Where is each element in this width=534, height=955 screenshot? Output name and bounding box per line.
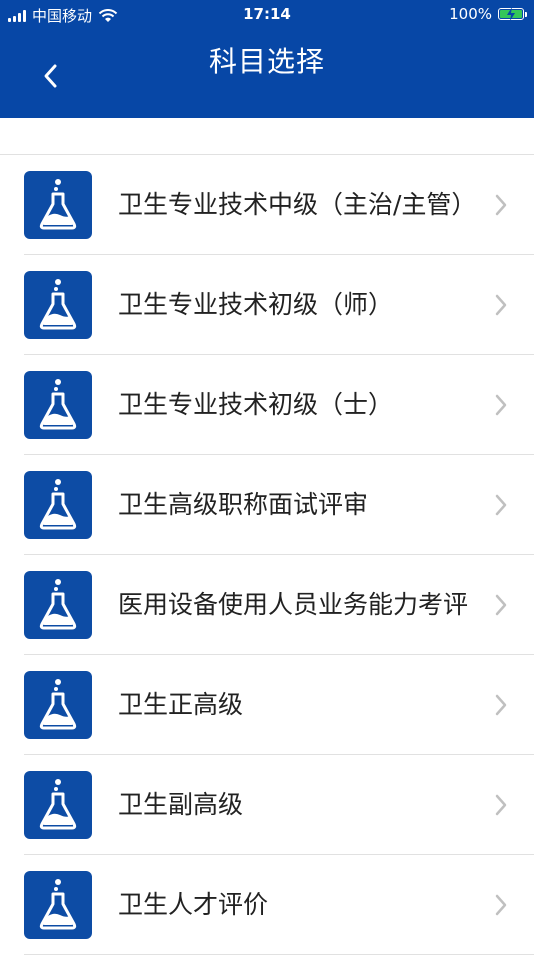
subject-label: 卫生专业技术初级（士） (118, 390, 394, 419)
subject-label: 卫生专业技术初级（师） (118, 290, 394, 319)
subject-label: 卫生副高级 (118, 790, 244, 819)
subject-item-1[interactable]: 卫生专业技术中级（主治/主管） (24, 155, 534, 255)
subject-item-4[interactable]: 卫生高级职称面试评审 (24, 455, 534, 555)
flask-icon (24, 671, 92, 739)
status-bar: 中国移动 17:14 100% (0, 0, 534, 28)
subject-item-3[interactable]: 卫生专业技术初级（士） (24, 355, 534, 455)
subject-label: 医用设备使用人员业务能力考评 (118, 590, 469, 619)
chevron-right-icon (495, 694, 507, 716)
flask-icon (24, 771, 92, 839)
flask-icon (24, 371, 92, 439)
subject-label: 卫生人才评价 (118, 890, 269, 919)
flask-icon (24, 571, 92, 639)
subject-label: 卫生正高级 (118, 690, 244, 719)
page-title: 科目选择 (208, 45, 325, 78)
chevron-right-icon (495, 794, 507, 816)
chevron-right-icon (495, 494, 507, 516)
battery-icon (498, 7, 527, 21)
nav-header: 中国移动 17:14 100% 科目选择 (0, 0, 534, 118)
chevron-right-icon (495, 594, 507, 616)
status-right: 100% (449, 5, 527, 23)
flask-icon (24, 171, 92, 239)
subject-list: 卫生专业技术中级（主治/主管） 卫生专业技术初级（师） 卫生专业技术初级（士） … (0, 154, 534, 955)
chevron-right-icon (495, 394, 507, 416)
subject-item-2[interactable]: 卫生专业技术初级（师） (24, 255, 534, 355)
chevron-right-icon (495, 294, 507, 316)
chevron-right-icon (495, 894, 507, 916)
flask-icon (24, 471, 92, 539)
subject-label: 卫生专业技术中级（主治/主管） (118, 190, 477, 219)
flask-icon (24, 871, 92, 939)
subject-item-7[interactable]: 卫生副高级 (24, 755, 534, 855)
flask-icon (24, 271, 92, 339)
subject-item-8[interactable]: 卫生人才评价 (24, 855, 534, 955)
subject-item-5[interactable]: 医用设备使用人员业务能力考评 (24, 555, 534, 655)
chevron-right-icon (495, 194, 507, 216)
subject-item-6[interactable]: 卫生正高级 (24, 655, 534, 755)
battery-percent: 100% (449, 5, 492, 23)
subject-label: 卫生高级职称面试评审 (118, 490, 369, 519)
